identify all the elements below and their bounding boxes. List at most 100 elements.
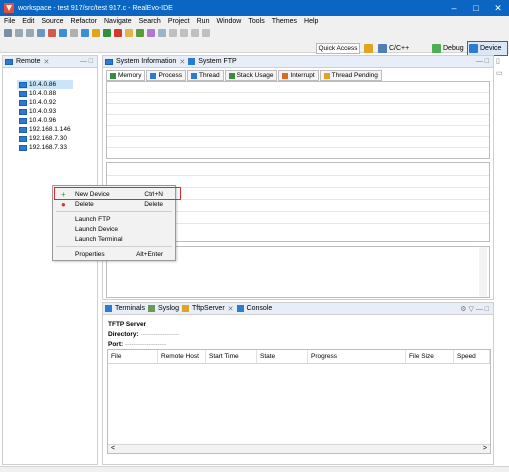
subtab-stack-usage[interactable]: Stack Usage — [224, 70, 278, 81]
maximize-button[interactable]: □ — [465, 0, 487, 16]
vertical-scrollbar[interactable] — [479, 247, 487, 297]
perspective-device-label: Device — [480, 45, 502, 52]
tab-console[interactable]: Console — [247, 305, 273, 312]
tab-system-ftp[interactable]: System FTP — [198, 58, 237, 65]
column-file-size[interactable]: File Size — [406, 350, 454, 363]
menu-item-label: Delete — [75, 200, 94, 208]
back-icon[interactable] — [191, 29, 199, 37]
device-item[interactable]: 10.4.0.88 — [17, 89, 73, 98]
tab-syslog[interactable]: Syslog — [158, 305, 179, 312]
debug-icon[interactable] — [48, 29, 56, 37]
column-file[interactable]: File — [108, 350, 158, 363]
cpp-icon — [378, 44, 387, 53]
perspective-cpp[interactable]: C/C++ — [378, 42, 409, 55]
column-remote-host[interactable]: Remote Host — [158, 350, 206, 363]
process-icon — [150, 72, 157, 79]
menu-run[interactable]: Run — [197, 18, 210, 25]
remote-tab[interactable]: Remote ✕ — □ — [3, 56, 97, 68]
view-icon[interactable]: ▭ — [496, 69, 507, 79]
view-menu-icon[interactable]: ⚙ ▽ — □ — [460, 305, 489, 313]
folder-icon[interactable] — [92, 29, 100, 37]
menu-project[interactable]: Project — [168, 18, 190, 25]
tab-terminals[interactable]: Terminals — [115, 305, 145, 312]
menu-separator — [56, 246, 172, 247]
menu-item-delete[interactable]: ● Delete Delete — [53, 199, 175, 209]
close-icon[interactable]: ✕ — [44, 58, 50, 66]
save-icon[interactable] — [15, 29, 23, 37]
new-icon[interactable] — [4, 29, 12, 37]
tab-tftpserver[interactable]: TftpServer — [192, 305, 225, 312]
next-annotation-icon[interactable] — [180, 29, 188, 37]
subtab-process[interactable]: Process — [146, 70, 186, 81]
menu-item-launch-terminal[interactable]: Launch Terminal — [53, 234, 175, 244]
menu-search[interactable]: Search — [139, 18, 161, 25]
settings-icon[interactable] — [70, 29, 78, 37]
subtab-interrupt[interactable]: Interrupt — [278, 70, 319, 81]
ftp-icon — [188, 58, 196, 65]
close-button[interactable]: ✕ — [487, 0, 509, 16]
device-item[interactable]: 192.168.7.30 — [17, 134, 73, 143]
horizontal-scrollbar[interactable]: < > — [108, 444, 490, 453]
device-icon[interactable] — [81, 29, 89, 37]
menu-tools[interactable]: Tools — [248, 18, 264, 25]
menu-item-properties[interactable]: Properties Alt+Enter — [53, 249, 175, 259]
open-icon[interactable] — [125, 29, 133, 37]
menu-refactor[interactable]: Refactor — [71, 18, 97, 25]
perspective-device[interactable]: Device — [469, 42, 501, 55]
search-icon[interactable] — [147, 29, 155, 37]
menu-file[interactable]: File — [4, 18, 15, 25]
subtab-thread[interactable]: Thread — [186, 70, 224, 81]
device-item[interactable]: 192.168.7.33 — [17, 143, 73, 152]
close-icon[interactable]: ✕ — [179, 58, 185, 66]
pen-icon[interactable] — [158, 29, 166, 37]
build-icon[interactable] — [37, 29, 45, 37]
restore-icon[interactable]: ▯ — [496, 57, 507, 67]
tftp-info: TFTP Server Directory: -----------------… — [108, 320, 180, 350]
refresh-icon[interactable] — [59, 29, 67, 37]
scroll-left-icon[interactable]: < — [111, 445, 115, 452]
menu-help[interactable]: Help — [304, 18, 318, 25]
memory-icon — [110, 72, 116, 79]
status-bar — [0, 466, 509, 472]
quick-access-field[interactable]: Quick Access — [316, 43, 360, 54]
open-perspective-button[interactable] — [364, 42, 373, 55]
subtab-memory[interactable]: Memory — [106, 70, 146, 81]
device-item[interactable]: 10.4.0.93 — [17, 107, 73, 116]
device-item[interactable]: 10.4.0.96 — [17, 116, 73, 125]
menu-themes[interactable]: Themes — [272, 18, 297, 25]
minimize-view-icon[interactable]: — □ — [476, 58, 489, 65]
column-speed[interactable]: Speed — [454, 350, 490, 363]
annotation-icon[interactable] — [169, 29, 177, 37]
menu-item-launch-ftp[interactable]: Launch FTP — [53, 214, 175, 224]
subtab-label: Process — [158, 72, 182, 79]
minimize-view-icon[interactable]: — □ — [80, 58, 93, 65]
menu-item-label: Launch Device — [75, 225, 118, 233]
menu-edit[interactable]: Edit — [22, 18, 34, 25]
device-item[interactable]: 192.168.1.146 — [17, 125, 73, 134]
close-icon[interactable]: ✕ — [228, 305, 234, 313]
perspective-icon — [364, 44, 373, 53]
column-progress[interactable]: Progress — [308, 350, 406, 363]
minimize-button[interactable]: – — [443, 0, 465, 16]
perspective-debug[interactable]: Debug — [432, 42, 464, 55]
launch-icon[interactable] — [136, 29, 144, 37]
directory-value: ------------------ — [140, 331, 180, 338]
menu-item-label: Launch FTP — [75, 215, 111, 223]
stop-icon[interactable] — [114, 29, 122, 37]
column-start-time[interactable]: Start Time — [206, 350, 257, 363]
save-all-icon[interactable] — [26, 29, 34, 37]
run-icon[interactable] — [103, 29, 111, 37]
new-device-highlight — [54, 187, 181, 200]
menu-item-launch-device[interactable]: Launch Device — [53, 224, 175, 234]
system-information-panel: System Information ✕ System FTP — □ Memo… — [102, 55, 494, 300]
scroll-right-icon[interactable]: > — [483, 445, 487, 452]
forward-icon[interactable] — [202, 29, 210, 37]
menu-window[interactable]: Window — [216, 18, 241, 25]
subtab-thread-pending[interactable]: Thread Pending — [319, 70, 382, 81]
column-state[interactable]: State — [257, 350, 308, 363]
device-item[interactable]: 10.4.0.86 — [17, 80, 73, 89]
tab-system-information[interactable]: System Information — [116, 58, 176, 65]
menu-navigate[interactable]: Navigate — [104, 18, 132, 25]
device-item[interactable]: 10.4.0.92 — [17, 98, 73, 107]
menu-source[interactable]: Source — [41, 18, 63, 25]
